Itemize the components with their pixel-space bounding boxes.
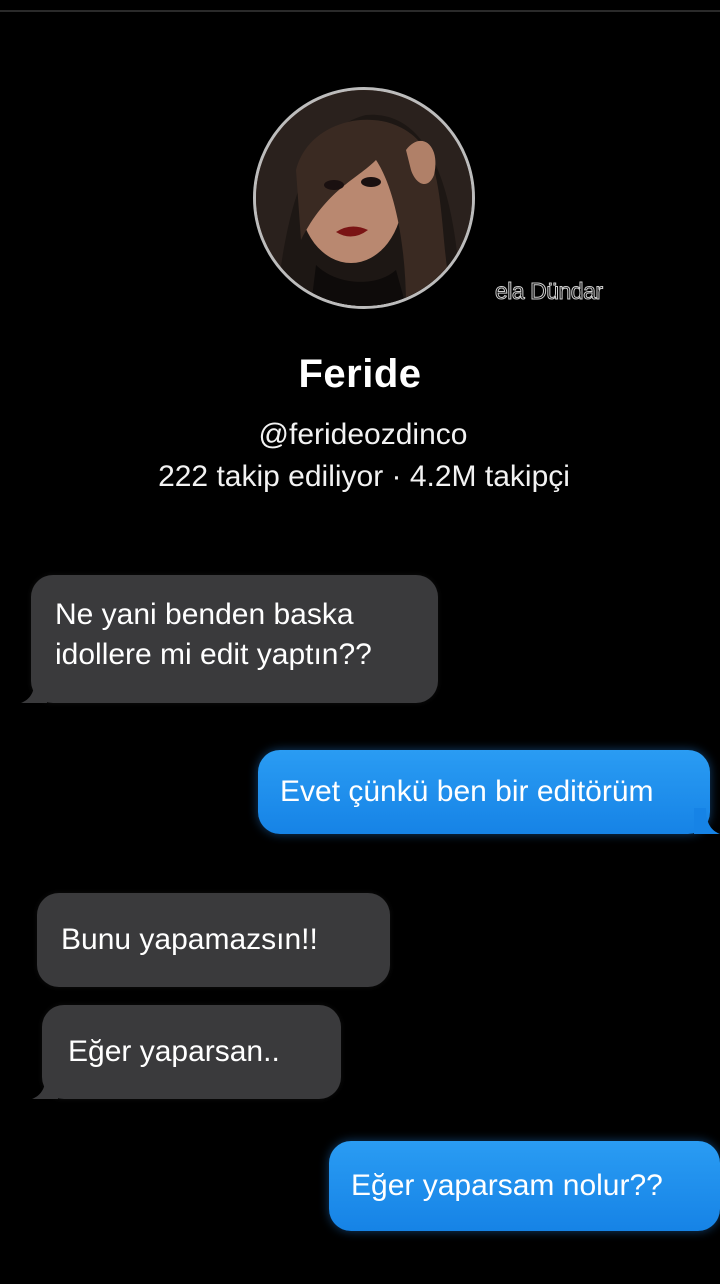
bubble-tail-icon xyxy=(694,808,720,834)
avatar[interactable] xyxy=(253,87,475,309)
message-text: Ne yani benden baska idollere mi edit ya… xyxy=(55,598,372,671)
message-text: Evet çünkü ben bir editörüm xyxy=(280,775,654,808)
watermark: ela Dündar xyxy=(495,278,604,305)
message-bubble-outgoing[interactable]: Eğer yaparsam nolur?? xyxy=(329,1141,720,1231)
profile-name: Feride xyxy=(298,352,422,396)
profile-stats: 222 takip ediliyor · 4.2M takipçi xyxy=(158,460,570,493)
message-bubble-incoming[interactable]: Bunu yapamazsın!! xyxy=(37,893,390,987)
message-bubble-incoming[interactable]: Eğer yaparsan.. xyxy=(32,1005,341,1099)
profile-handle[interactable]: @ferideozdinco xyxy=(0,418,720,452)
message-text: Bunu yapamazsın!! xyxy=(61,923,318,956)
bubble-tail-icon xyxy=(32,1073,58,1099)
message-text: Eğer yaparsan.. xyxy=(68,1035,280,1068)
bubble-tail-icon xyxy=(21,677,47,703)
top-divider xyxy=(0,10,720,12)
avatar-portrait xyxy=(256,90,472,306)
message-bubble-outgoing[interactable]: Evet çünkü ben bir editörüm xyxy=(258,750,720,834)
message-bubble-incoming[interactable]: Ne yani benden baska idollere mi edit ya… xyxy=(21,575,438,703)
message-text: Eğer yaparsam nolur?? xyxy=(351,1169,663,1202)
